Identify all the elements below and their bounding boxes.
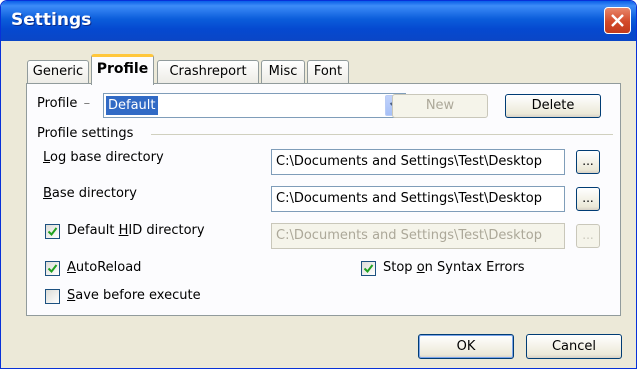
close-button[interactable] bbox=[604, 7, 631, 34]
profile-settings-group-title: Profile settings bbox=[37, 126, 134, 141]
stop-on-syntax-label-rest: n Syntax Errors bbox=[424, 260, 525, 275]
base-dir-label-rest: ase directory bbox=[51, 186, 137, 201]
checkmark-icon bbox=[47, 264, 58, 274]
tab-crashreport[interactable]: Crashreport bbox=[157, 60, 259, 84]
default-hid-accel: H bbox=[118, 223, 129, 238]
stop-on-syntax-accel: o bbox=[416, 260, 425, 275]
stop-on-syntax-errors-label: Stop on Syntax Errors bbox=[383, 260, 525, 275]
tab-font[interactable]: Font bbox=[307, 60, 349, 84]
tab-misc[interactable]: Misc bbox=[261, 60, 305, 84]
profile-tab-panel: Profile – Default New Delete Profile set… bbox=[26, 83, 621, 316]
log-base-browse-button[interactable]: ... bbox=[576, 150, 600, 174]
profile-label: Profile – bbox=[37, 96, 90, 111]
autoreload-checkbox[interactable] bbox=[45, 261, 60, 276]
tab-profile[interactable]: Profile bbox=[91, 54, 154, 85]
base-directory-input[interactable]: C:\Documents and Settings\Test\Desktop bbox=[271, 186, 565, 212]
autoreload-label-rest: utoReload bbox=[75, 260, 142, 275]
settings-window: Settings Generic Profile Crashreport Mis… bbox=[0, 0, 637, 369]
default-hid-directory-label: Default HID directory bbox=[67, 223, 205, 238]
window-title: Settings bbox=[11, 10, 92, 30]
checkmark-icon bbox=[47, 227, 58, 237]
log-base-label-rest: og base directory bbox=[50, 150, 164, 165]
save-before-execute-label: Save before execute bbox=[67, 288, 201, 303]
close-icon bbox=[611, 14, 624, 27]
new-profile-button[interactable]: New bbox=[392, 94, 488, 118]
profile-select-value: Default bbox=[106, 96, 158, 115]
autoreload-accel: A bbox=[67, 260, 76, 275]
base-directory-label: Base directory bbox=[43, 186, 137, 201]
ok-button[interactable]: OK bbox=[418, 334, 514, 359]
save-before-execute-checkbox[interactable] bbox=[45, 289, 60, 304]
default-hid-label-rest: ID directory bbox=[128, 223, 205, 238]
log-base-directory-label: Log base directory bbox=[43, 150, 164, 165]
default-hid-browse-button[interactable]: ... bbox=[576, 224, 600, 248]
group-divider bbox=[151, 134, 613, 135]
tab-generic[interactable]: Generic bbox=[27, 60, 89, 84]
base-directory-browse-button[interactable]: ... bbox=[576, 187, 600, 211]
default-hid-directory-checkbox[interactable] bbox=[45, 224, 60, 239]
checkmark-icon bbox=[363, 264, 374, 274]
delete-profile-button[interactable]: Delete bbox=[505, 94, 601, 118]
base-dir-accel: B bbox=[43, 186, 52, 201]
default-hid-directory-input[interactable]: C:\Documents and Settings\Test\Desktop bbox=[271, 223, 565, 249]
autoreload-label: AutoReload bbox=[67, 260, 141, 275]
log-base-accel: L bbox=[43, 150, 51, 165]
log-base-directory-input[interactable]: C:\Documents and Settings\Test\Desktop bbox=[271, 149, 565, 175]
stop-on-syntax-label-prefix: Stop bbox=[383, 260, 417, 275]
cancel-button[interactable]: Cancel bbox=[526, 334, 622, 359]
default-hid-label-prefix: Default bbox=[67, 223, 119, 238]
profile-label-dash: – bbox=[83, 96, 91, 111]
profile-select[interactable]: Default bbox=[103, 93, 406, 118]
title-bar[interactable]: Settings bbox=[1, 1, 636, 41]
profile-label-text: Profile bbox=[37, 96, 78, 111]
stop-on-syntax-errors-checkbox[interactable] bbox=[361, 261, 376, 276]
save-before-label-rest: ave before execute bbox=[75, 288, 201, 303]
